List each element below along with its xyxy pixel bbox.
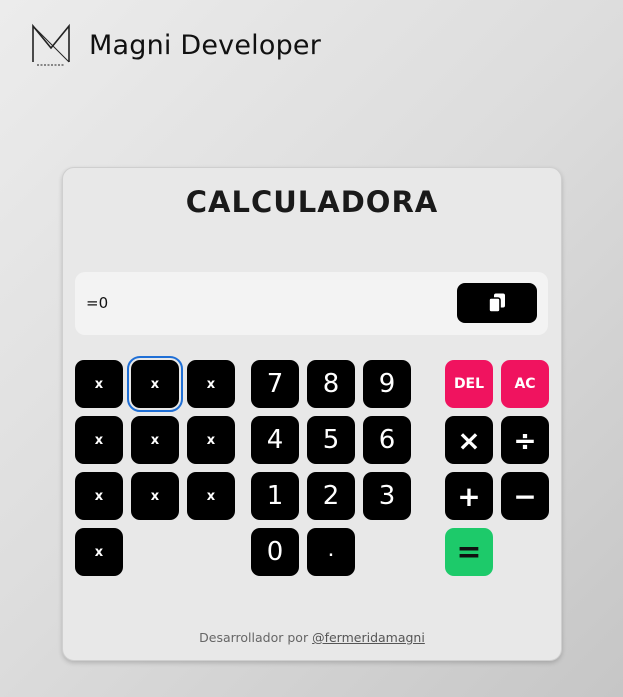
brand[interactable]: Magni Developer: [30, 22, 321, 68]
multiply-button[interactable]: ×: [445, 416, 493, 464]
subtract-button[interactable]: −: [501, 472, 549, 520]
extra-key-3[interactable]: x: [187, 360, 235, 408]
key-8[interactable]: 8: [307, 360, 355, 408]
extra-key-9[interactable]: x: [187, 472, 235, 520]
extra-key-5[interactable]: x: [131, 416, 179, 464]
divide-button[interactable]: ÷: [501, 416, 549, 464]
key-1[interactable]: 1: [251, 472, 299, 520]
extra-key-1[interactable]: x: [75, 360, 123, 408]
brand-name: Magni Developer: [89, 29, 322, 61]
clear-button[interactable]: AC: [501, 360, 549, 408]
key-0[interactable]: 0: [251, 528, 299, 576]
footer: Desarrollador por @fermeridamagni: [63, 630, 561, 645]
calculator-card: CALCULADORA =0 x x x x x x x x x x 7 8 9…: [62, 167, 562, 661]
key-3[interactable]: 3: [363, 472, 411, 520]
extra-key-8[interactable]: x: [131, 472, 179, 520]
extra-key-4[interactable]: x: [75, 416, 123, 464]
extra-key-7[interactable]: x: [75, 472, 123, 520]
author-link[interactable]: @fermeridamagni: [312, 630, 425, 645]
calculator-display: =0: [75, 272, 548, 335]
extra-key-10[interactable]: x: [75, 528, 123, 576]
footer-prefix: Desarrollador por: [199, 630, 309, 645]
key-decimal[interactable]: .: [307, 528, 355, 576]
key-9[interactable]: 9: [363, 360, 411, 408]
key-2[interactable]: 2: [307, 472, 355, 520]
extra-key-2[interactable]: x: [127, 356, 183, 412]
copy-icon: [488, 293, 505, 313]
equals-button[interactable]: =: [445, 528, 493, 576]
add-button[interactable]: +: [445, 472, 493, 520]
key-5[interactable]: 5: [307, 416, 355, 464]
delete-button[interactable]: DEL: [445, 360, 493, 408]
key-4[interactable]: 4: [251, 416, 299, 464]
key-6[interactable]: 6: [363, 416, 411, 464]
display-value: =0: [86, 294, 109, 312]
calculator-title: CALCULADORA: [185, 185, 439, 219]
copy-button[interactable]: [457, 283, 537, 323]
extra-key-6[interactable]: x: [187, 416, 235, 464]
key-7[interactable]: 7: [251, 360, 299, 408]
magni-logo-icon: [32, 23, 70, 66]
